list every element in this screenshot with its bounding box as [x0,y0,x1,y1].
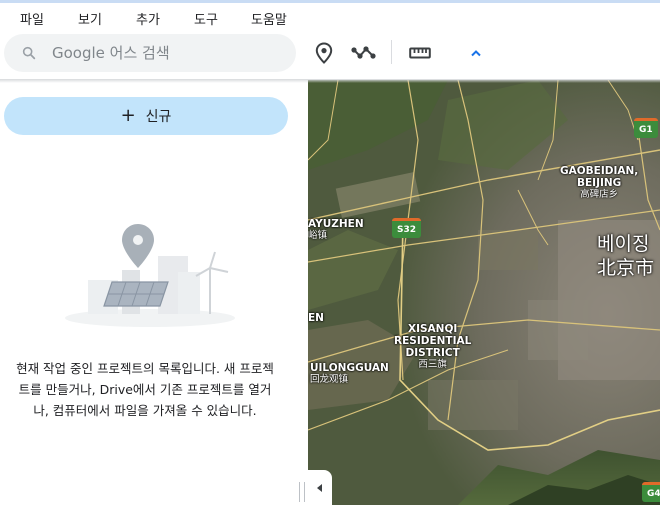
highway-shield-g1: G1 [634,118,658,138]
menu-file[interactable]: 파일 [20,9,44,28]
map-label-gaobeidian[interactable]: GAOBEIDIAN, BEIJING 高碑店乡 [560,165,638,201]
projects-panel: + 신규 현재 작업 중인 프로젝트의 목록입니다. 새 프로젝트를 만들거나,… [0,80,308,505]
ruler-icon [409,47,431,59]
chevron-left-icon [317,483,322,492]
highway-shield-g4: G4 [642,482,660,502]
highway-shield-s32: S32 [392,218,422,238]
map-label-yayuzhen[interactable]: AYUZHEN 峪镇 [308,218,364,242]
menu-add[interactable]: 추가 [136,9,160,28]
empty-projects-illustration [65,224,235,327]
menu-help[interactable]: 도움말 [251,9,287,28]
chevron-up-icon [471,50,481,57]
empty-projects-message: 현재 작업 중인 프로젝트의 목록입니다. 새 프로젝트를 만들거나, Driv… [16,361,274,418]
draw-path-button[interactable] [350,39,378,67]
search-icon [22,46,36,60]
collapse-panel-button[interactable] [308,470,332,505]
toolbar [0,31,660,79]
menu-tools[interactable]: 도구 [194,9,218,28]
map-label-huilongguan[interactable]: UILONGGUAN 回龙观镇 [310,362,389,386]
panel-resize-handle[interactable] [299,482,305,502]
toolbar-shadow [0,79,660,83]
map-label-beijing-city[interactable]: 베이징 北京市 [597,232,654,280]
measure-button[interactable] [406,39,434,67]
earth-map-view[interactable]: GAOBEIDIAN, BEIJING 高碑店乡 AYUZHEN 峪镇 XISA… [308,80,660,505]
map-label-xisanqi[interactable]: XISANQI RESIDENTIAL DISTRICT 西三旗 [394,323,471,371]
new-project-label: 신규 [145,109,172,125]
collapse-toolbar-button[interactable] [462,39,490,67]
search-box[interactable] [4,34,296,72]
new-project-button[interactable]: + 신규 [4,97,288,135]
plus-icon: + [120,105,136,126]
satellite-imagery [308,80,660,505]
menu-view[interactable]: 보기 [78,9,102,28]
toolbar-divider [391,40,392,64]
draw-path-icon [351,46,376,59]
search-input[interactable] [52,34,288,72]
map-label-partial[interactable]: EN [308,312,324,324]
menu-bar: 파일 보기 추가 도구 도움말 [0,3,660,31]
add-placemark-button[interactable] [310,39,338,67]
placemark-icon [315,42,333,64]
